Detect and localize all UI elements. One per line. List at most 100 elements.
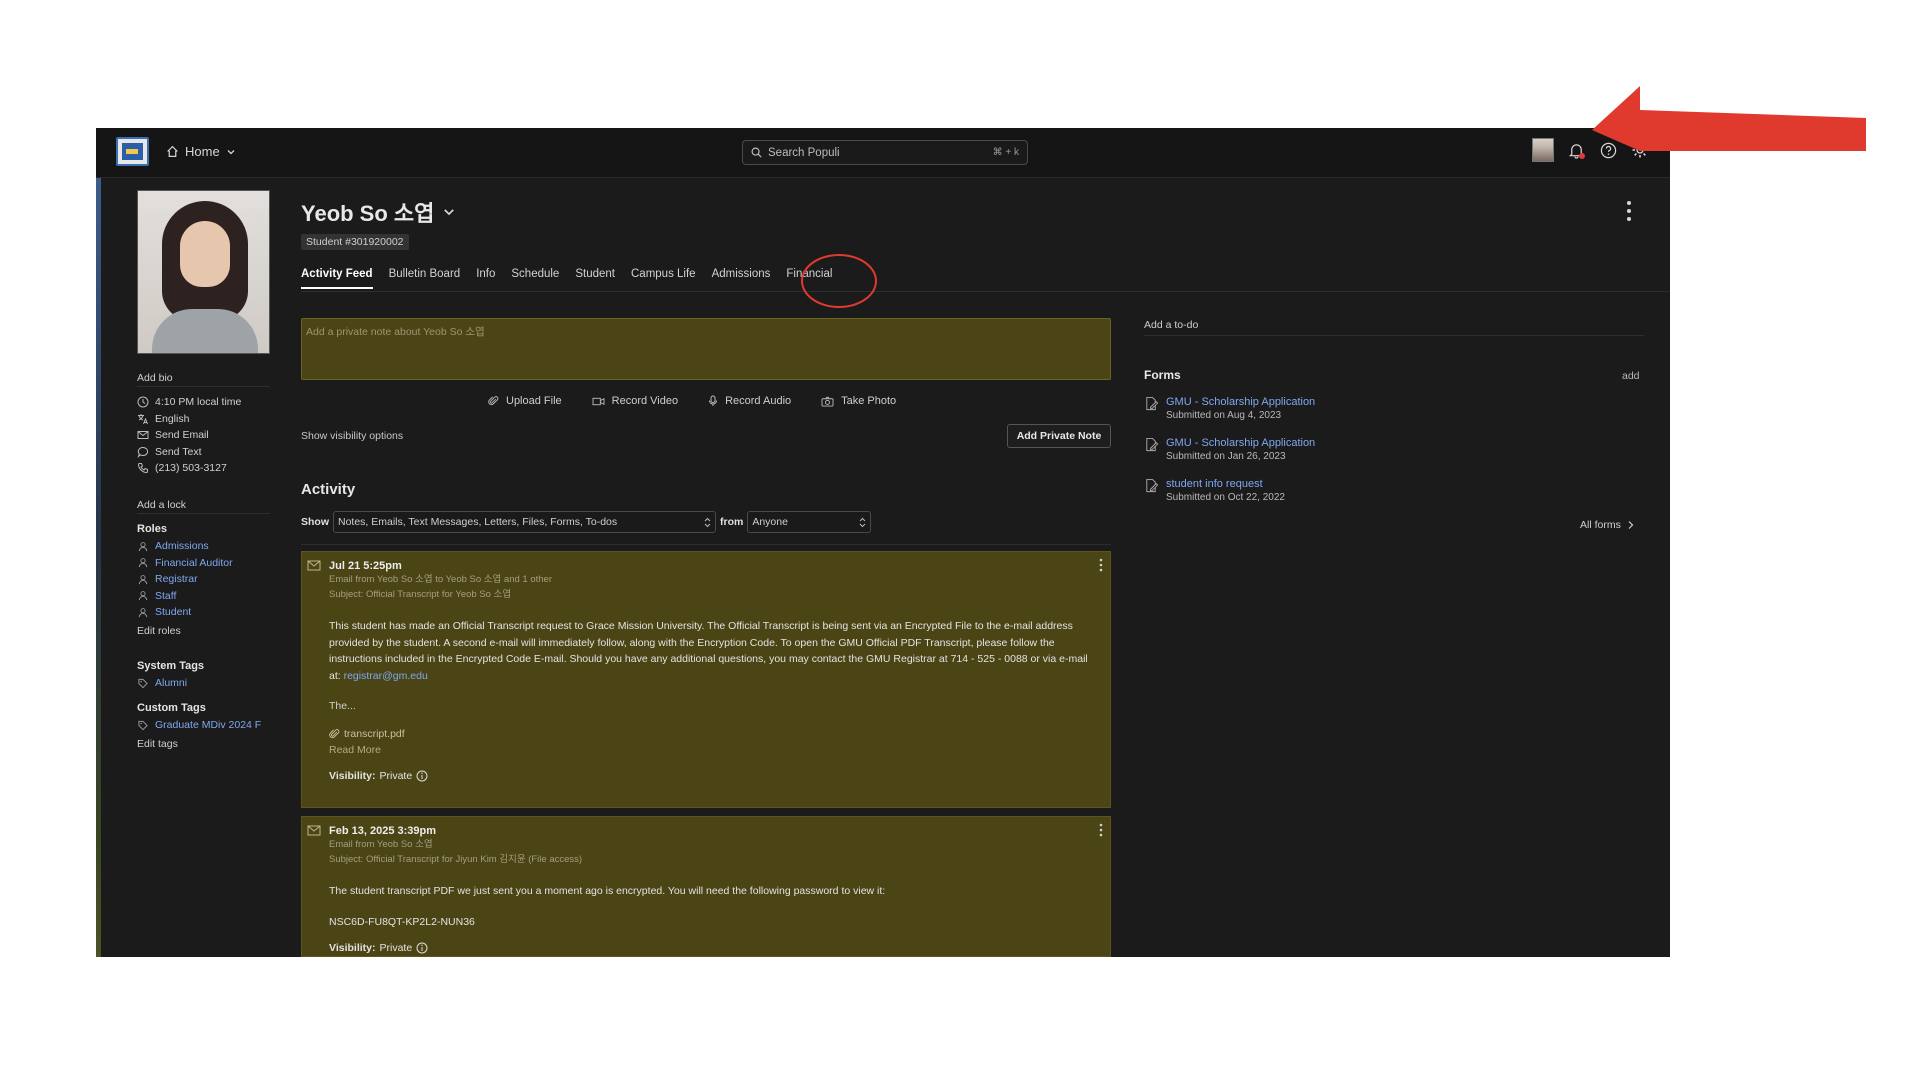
from-select[interactable]: Anyone <box>747 511 872 533</box>
mail-icon <box>137 431 149 440</box>
activity-item[interactable]: Jul 21 5:25pm Email from Yeob So 소엽 to Y… <box>301 551 1111 808</box>
person-icon <box>138 591 148 601</box>
visibility-row: Visibility: Private <box>329 770 1090 782</box>
send-email-link[interactable]: Send Email <box>137 427 277 444</box>
form-title[interactable]: student info request <box>1166 478 1285 490</box>
tab-student[interactable]: Student <box>575 268 615 289</box>
divider <box>137 513 270 514</box>
profile-name-header[interactable]: Yeob So 소엽 <box>301 196 456 228</box>
system-tags-section: System Tags Alumni <box>137 660 277 692</box>
show-visibility-options-link[interactable]: Show visibility options <box>301 430 403 442</box>
attachment-name: transcript.pdf <box>344 728 405 740</box>
visibility-label: Visibility: <box>329 941 376 954</box>
search-input[interactable]: Search Populi ⌘ + k <box>742 140 1028 165</box>
profile-tabs: Activity Feed Bulletin Board Info Schedu… <box>301 268 832 289</box>
home-label: Home <box>185 144 220 159</box>
language-icon <box>138 413 148 424</box>
kebab-menu-icon <box>1099 823 1103 837</box>
record-audio-button[interactable]: Record Audio <box>708 395 791 407</box>
add-private-note-button[interactable]: Add Private Note <box>1007 424 1111 448</box>
populi-app-window: Home Search Populi ⌘ + k Add bio 4:10 PM… <box>96 128 1670 957</box>
activity-date: Feb 13, 2025 3:39pm <box>329 825 437 837</box>
info-icon[interactable] <box>416 770 428 782</box>
profile-name: Yeob So 소엽 <box>301 201 435 226</box>
add-lock-link[interactable]: Add a lock <box>137 495 277 513</box>
phone-row[interactable]: (213) 503-3127 <box>137 460 277 477</box>
send-text-text: Send Text <box>155 445 202 458</box>
chevron-down-icon <box>444 209 455 216</box>
system-tags-title: System Tags <box>137 660 205 672</box>
activity-type-select[interactable]: Notes, Emails, Text Messages, Letters, F… <box>333 511 716 533</box>
tag-icon <box>138 720 148 731</box>
attachment-link[interactable]: transcript.pdf <box>329 728 1090 740</box>
form-title[interactable]: GMU - Scholarship Application <box>1166 437 1315 449</box>
kebab-menu-icon <box>1627 201 1631 221</box>
window-edge-strip <box>96 178 101 957</box>
home-icon <box>167 145 178 157</box>
tab-financial[interactable]: Financial <box>786 268 832 289</box>
activity-meta-subject: Subject: Official Transcript for Yeob So… <box>329 589 512 600</box>
home-menu[interactable]: Home <box>166 144 236 159</box>
role-item[interactable]: Registrar <box>137 571 277 588</box>
add-form-link[interactable]: add <box>1622 370 1640 382</box>
password-code: NSC6D-FU8QT-KP2L2-NUN36 <box>329 915 475 928</box>
record-video-button[interactable]: Record Video <box>592 395 678 407</box>
language-text: English <box>155 412 190 425</box>
tag-item[interactable]: Graduate MDiv 2024 F <box>137 717 277 734</box>
video-icon <box>592 397 605 405</box>
custom-tags-section: Custom Tags Graduate MDiv 2024 F Edit ta… <box>137 702 277 752</box>
registrar-email-link[interactable]: registrar@gm.edu <box>344 670 428 682</box>
tab-admissions[interactable]: Admissions <box>712 268 771 289</box>
edit-roles-link[interactable]: Edit roles <box>137 623 277 640</box>
chevron-right-icon <box>1628 521 1634 529</box>
form-item[interactable]: student info request Submitted on Oct 22… <box>1144 478 1285 503</box>
upload-file-label: Upload File <box>506 395 562 407</box>
all-forms-link[interactable]: All forms <box>1580 519 1634 531</box>
tabs-divider <box>301 291 1670 292</box>
activity-item[interactable]: Feb 13, 2025 3:39pm Email from Yeob So 소… <box>301 816 1111 957</box>
profile-menu-button[interactable] <box>1626 200 1632 227</box>
private-note-input[interactable]: Add a private note about Yeob So 소엽 <box>301 318 1111 380</box>
role-item[interactable]: Staff <box>137 588 277 605</box>
role-item[interactable]: Student <box>137 604 277 621</box>
tab-bulletin-board[interactable]: Bulletin Board <box>389 268 461 289</box>
roles-section: Roles Admissions Financial Auditor Regis… <box>137 523 277 639</box>
tag-item[interactable]: Alumni <box>137 675 277 692</box>
activity-item-menu-button[interactable] <box>1099 558 1103 577</box>
record-video-label: Record Video <box>611 395 679 407</box>
visibility-row: Visibility: Private <box>329 942 1090 954</box>
profile-photo[interactable] <box>137 190 270 354</box>
add-todo-input[interactable]: Add a to-do <box>1144 319 1198 331</box>
tab-activity-feed[interactable]: Activity Feed <box>301 268 373 289</box>
form-submitted-date: Submitted on Aug 4, 2023 <box>1166 410 1282 421</box>
role-item[interactable]: Financial Auditor <box>137 555 277 572</box>
upload-file-button[interactable]: Upload File <box>488 395 562 407</box>
activity-message-body: This student has made an Official Transc… <box>329 618 1090 684</box>
activity-meta-subject: Subject: Official Transcript for Jiyun K… <box>329 854 583 865</box>
app-logo[interactable] <box>116 137 149 166</box>
record-audio-label: Record Audio <box>725 395 792 407</box>
user-avatar[interactable] <box>1532 138 1554 162</box>
form-item[interactable]: GMU - Scholarship Application Submitted … <box>1144 437 1315 462</box>
all-forms-label: All forms <box>1580 519 1621 531</box>
form-title[interactable]: GMU - Scholarship Application <box>1166 396 1315 408</box>
take-photo-button[interactable]: Take Photo <box>821 395 896 407</box>
tab-schedule[interactable]: Schedule <box>511 268 559 289</box>
visibility-label: Visibility: <box>329 770 376 782</box>
activity-item-menu-button[interactable] <box>1099 823 1103 842</box>
read-more-link[interactable]: Read More <box>329 744 1090 756</box>
activity-filter: Show Notes, Emails, Text Messages, Lette… <box>301 511 872 533</box>
edit-tags-link[interactable]: Edit tags <box>137 736 277 753</box>
form-item[interactable]: GMU - Scholarship Application Submitted … <box>1144 396 1315 421</box>
screenshot-canvas: Home Search Populi ⌘ + k Add bio 4:10 PM… <box>0 0 1920 1080</box>
send-text-link[interactable]: Send Text <box>137 444 277 461</box>
info-icon[interactable] <box>416 942 428 954</box>
add-bio-link[interactable]: Add bio <box>137 368 277 386</box>
tab-campus-life[interactable]: Campus Life <box>631 268 696 289</box>
camera-icon <box>821 396 834 407</box>
tab-info[interactable]: Info <box>476 268 495 289</box>
phone-text: (213) 503-3127 <box>155 462 227 474</box>
person-icon <box>138 607 148 617</box>
role-item[interactable]: Admissions <box>137 538 277 555</box>
select-arrows-icon <box>704 517 711 527</box>
